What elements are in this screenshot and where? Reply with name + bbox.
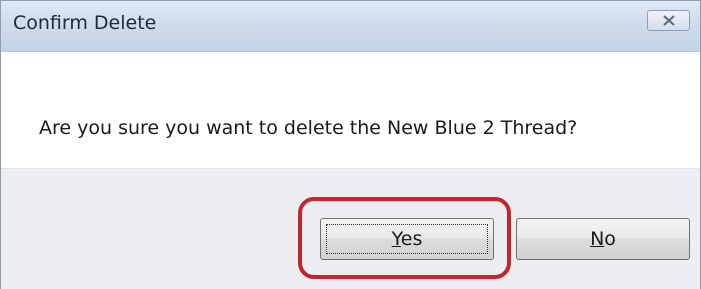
close-button[interactable]: [647, 10, 690, 31]
confirm-message: Are you sure you want to delete the New …: [39, 117, 578, 139]
no-button[interactable]: No: [516, 218, 690, 260]
dialog-content: Are you sure you want to delete the New …: [1, 52, 700, 168]
focus-ring: [326, 224, 488, 254]
dialog-footer: Yes No: [1, 168, 700, 289]
title-bar: Confirm Delete: [1, 1, 700, 52]
no-mnemonic: N: [590, 228, 605, 250]
dialog-title: Confirm Delete: [13, 12, 157, 34]
yes-button[interactable]: Yes: [320, 218, 494, 260]
close-icon: [663, 15, 675, 26]
no-label-rest: o: [604, 228, 616, 250]
confirm-delete-dialog: Confirm Delete Are you sure you want to …: [0, 0, 701, 289]
